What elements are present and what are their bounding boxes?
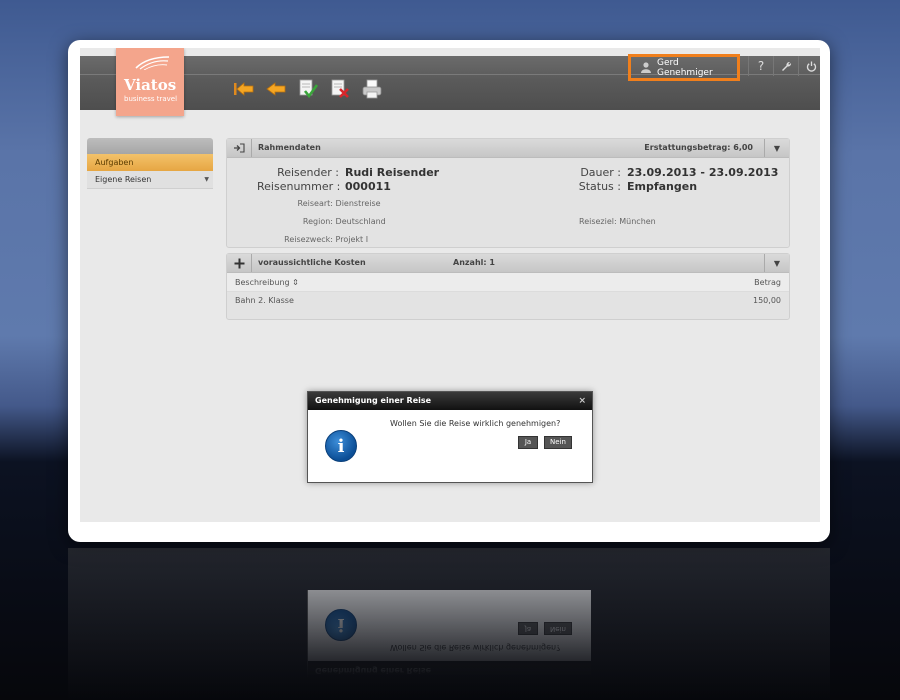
approval-dialog: Genehmigung einer Reise × i Wollen Sie d… bbox=[307, 391, 593, 483]
row-beschreibung: Bahn 2. Klasse bbox=[235, 296, 294, 305]
help-icon[interactable]: ? bbox=[748, 56, 773, 76]
sort-icon: ⇕ bbox=[292, 278, 299, 287]
back-first-icon[interactable] bbox=[232, 78, 256, 100]
rahmendaten-body: Reisender : Rudi Reisender Reisenummer : 0… bbox=[227, 158, 789, 247]
status-value: Empfangen bbox=[627, 180, 698, 193]
sidebar-item-label: Aufgaben bbox=[95, 158, 134, 167]
kosten-panel: voraussichtliche Kosten Anzahl: 1 ▼ Besc… bbox=[226, 253, 790, 320]
column-label: Beschreibung bbox=[235, 278, 290, 287]
logo-swoosh-icon bbox=[135, 56, 170, 70]
reflected-dialog: Genehmigung einer Reise i Wollen Sie die… bbox=[307, 588, 593, 680]
yes-button[interactable]: Ja bbox=[518, 436, 538, 449]
reisender-label: Reisender : bbox=[277, 166, 339, 179]
dauer-field: Dauer : 23.09.2013 - 23.09.2013 bbox=[567, 166, 778, 179]
user-name: Gerd Genehmiger bbox=[656, 57, 713, 78]
reiseart-field: Reiseart: Dienstreise bbox=[257, 199, 381, 208]
anzahl-count: Anzahl: 1 bbox=[453, 258, 495, 267]
kosten-header: voraussichtliche Kosten Anzahl: 1 ▼ bbox=[227, 254, 789, 273]
reflected-message: Wollen Sie die Reise wirklich genehmigen… bbox=[390, 643, 561, 652]
sidebar-header bbox=[87, 138, 213, 154]
sidebar-item-label: Eigene Reisen bbox=[95, 175, 152, 184]
dialog-message: Wollen Sie die Reise wirklich genehmigen… bbox=[390, 419, 561, 428]
collapse-toggle-icon[interactable]: ▼ bbox=[764, 254, 789, 272]
approve-icon[interactable] bbox=[296, 78, 320, 100]
window-frame: Viatos business travel Gerd Genehmiger ?… bbox=[68, 40, 830, 542]
reflected-yes: Ja bbox=[518, 622, 538, 635]
reflected-title-bar: Genehmigung einer Reise bbox=[308, 661, 592, 679]
reisenummer-field: Reisenummer : 000011 bbox=[257, 180, 391, 193]
app-screen: Viatos business travel Gerd Genehmiger ?… bbox=[80, 48, 820, 522]
logo-tagline: business travel bbox=[124, 95, 178, 103]
power-icon[interactable] bbox=[798, 56, 820, 76]
reisezweck-value: Projekt I bbox=[335, 235, 369, 244]
rahmendaten-panel: Rahmendaten Erstattungsbetrag: 6,00 ▼ Re… bbox=[226, 138, 790, 248]
reisender-field: Reisender : Rudi Reisender bbox=[267, 166, 439, 179]
user-icon bbox=[641, 62, 651, 73]
plus-icon[interactable] bbox=[227, 254, 252, 272]
dialog-title: Genehmigung einer Reise bbox=[315, 396, 432, 405]
reisezweck-field: Reisezweck: Projekt I bbox=[257, 235, 368, 244]
info-icon: i bbox=[325, 430, 357, 462]
logo-name: Viatos bbox=[124, 76, 177, 94]
reisenummer-label: Reisenummer : bbox=[257, 180, 341, 193]
header-icons: ? bbox=[748, 56, 820, 76]
dauer-value: 23.09.2013 - 23.09.2013 bbox=[627, 166, 779, 179]
dauer-label: Dauer : bbox=[580, 166, 621, 179]
viatos-logo[interactable]: Viatos business travel bbox=[116, 48, 184, 116]
back-icon[interactable] bbox=[264, 78, 288, 100]
reflected-info-icon: i bbox=[325, 609, 357, 641]
enter-icon[interactable] bbox=[227, 139, 252, 157]
reisenummer-value: 000011 bbox=[345, 180, 391, 193]
region-field: Region: Deutschland bbox=[257, 217, 386, 226]
wrench-icon[interactable] bbox=[773, 56, 798, 76]
reiseziel-field: Reiseziel: München bbox=[579, 217, 656, 226]
sidebar-item-aufgaben[interactable]: Aufgaben bbox=[87, 154, 213, 171]
reiseziel-label: Reiseziel: bbox=[579, 217, 617, 226]
panel-title: Rahmendaten bbox=[258, 143, 321, 152]
table-row[interactable]: Bahn 2. Klasse 150,00 bbox=[227, 291, 789, 310]
reflected-title: Genehmigung einer Reise bbox=[315, 666, 432, 675]
reject-icon[interactable] bbox=[328, 78, 352, 100]
table-header: Beschreibung ⇕ Betrag bbox=[227, 273, 789, 291]
region-label: Region: bbox=[302, 217, 333, 226]
close-icon[interactable]: × bbox=[578, 392, 586, 410]
dialog-title-bar: Genehmigung einer Reise × bbox=[308, 392, 592, 410]
toolbar bbox=[232, 78, 384, 100]
print-icon[interactable] bbox=[360, 78, 384, 100]
collapse-toggle-icon[interactable]: ▼ bbox=[764, 139, 789, 157]
reiseart-label: Reiseart: bbox=[297, 199, 333, 208]
column-betrag[interactable]: Betrag bbox=[754, 278, 781, 287]
reisender-value: Rudi Reisender bbox=[345, 166, 440, 179]
user-menu[interactable]: Gerd Genehmiger bbox=[628, 54, 740, 81]
panel-title: voraussichtliche Kosten bbox=[258, 258, 366, 267]
rahmendaten-header: Rahmendaten Erstattungsbetrag: 6,00 ▼ bbox=[227, 139, 789, 158]
dialog-reflection: Genehmigung einer Reise i Wollen Sie die… bbox=[307, 588, 593, 680]
reflected-no: Nein bbox=[544, 622, 572, 635]
region-value: Deutschland bbox=[335, 217, 386, 226]
reiseart-value: Dienstreise bbox=[335, 199, 381, 208]
erstattungsbetrag: Erstattungsbetrag: 6,00 bbox=[644, 143, 753, 152]
kosten-table: Beschreibung ⇕ Betrag Bahn 2. Klasse 150… bbox=[227, 273, 789, 310]
status-label: Status : bbox=[578, 180, 621, 193]
status-field: Status : Empfangen bbox=[567, 180, 697, 193]
sidebar-item-eigene-reisen[interactable]: Eigene Reisen ▼ bbox=[87, 171, 213, 189]
chevron-down-icon: ▼ bbox=[204, 176, 209, 183]
no-button[interactable]: Nein bbox=[544, 436, 572, 449]
sidebar: Aufgaben Eigene Reisen ▼ bbox=[87, 138, 213, 189]
reisezweck-label: Reisezweck: bbox=[284, 235, 333, 244]
reiseziel-value: München bbox=[619, 217, 656, 226]
column-beschreibung[interactable]: Beschreibung ⇕ bbox=[235, 278, 299, 287]
row-betrag: 150,00 bbox=[753, 296, 781, 305]
